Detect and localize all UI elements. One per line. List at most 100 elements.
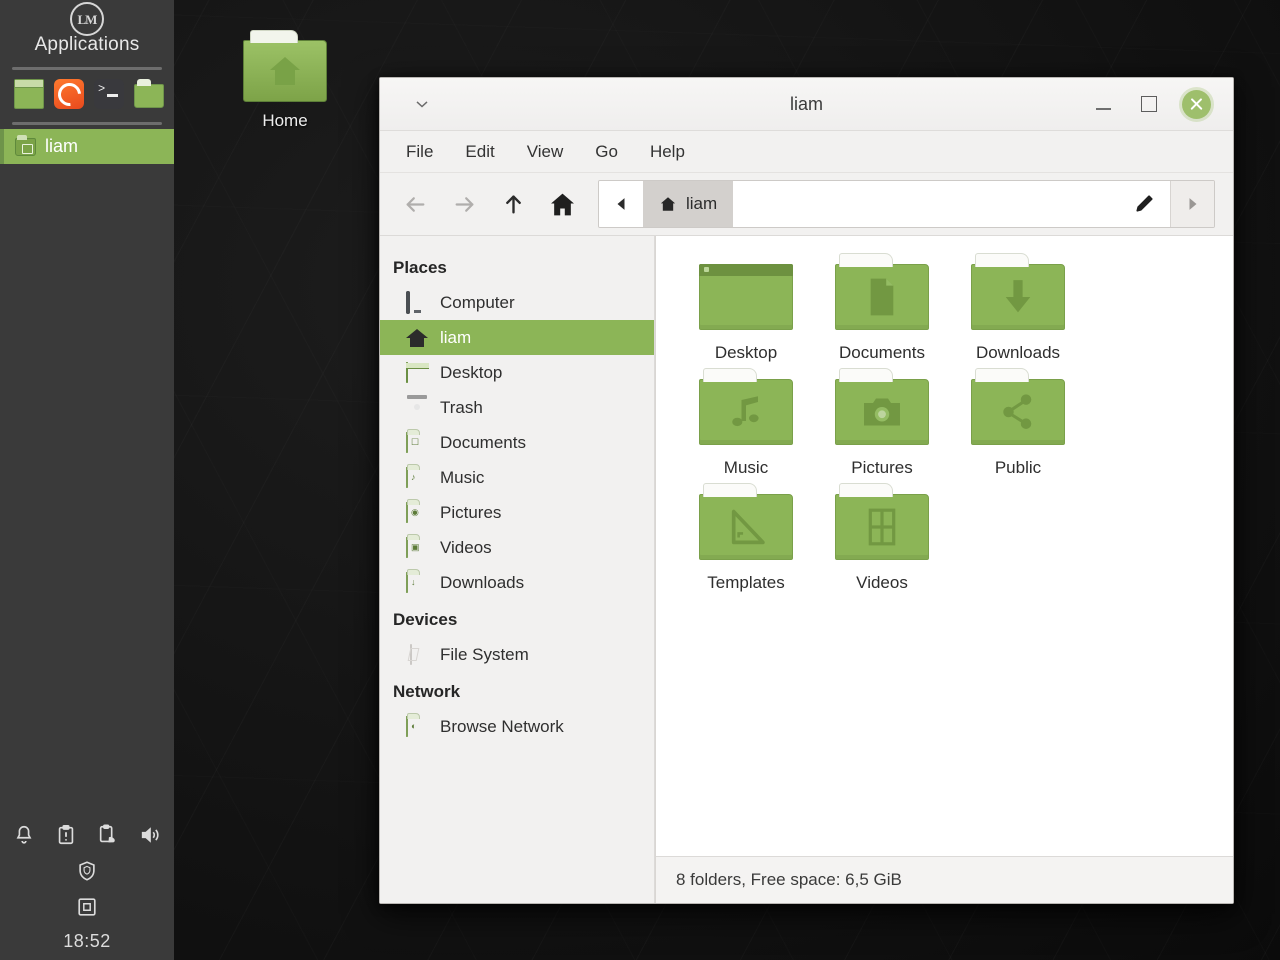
sidebar-item-label: Desktop: [440, 362, 503, 382]
folder-label: Templates: [707, 573, 785, 592]
file-manager-icon[interactable]: [134, 78, 164, 108]
volume-icon[interactable]: [139, 824, 161, 846]
menu-edit[interactable]: Edit: [451, 136, 508, 168]
applications-menu-label: Applications: [34, 34, 140, 55]
computer-icon: [406, 290, 429, 314]
chevron-down-icon[interactable]: [400, 84, 444, 124]
documents-folder-icon: [835, 253, 929, 330]
folder-label: Pictures: [851, 458, 913, 477]
folder-item-public[interactable]: Public: [950, 368, 1086, 488]
close-button[interactable]: [1182, 89, 1211, 119]
home-button[interactable]: [539, 182, 586, 226]
home-icon: [660, 197, 676, 211]
clipboard-manager-icon[interactable]: [97, 824, 119, 846]
folder-item-pictures[interactable]: Pictures: [814, 368, 950, 488]
file-manager-window: liam File Edit View Go Help liam Places …: [379, 77, 1234, 904]
folder-item-videos[interactable]: Videos: [814, 483, 950, 603]
forward-button[interactable]: [441, 182, 488, 226]
notifications-icon[interactable]: [13, 824, 35, 846]
sidebar-item-videos[interactable]: ▣ Videos: [380, 530, 654, 565]
videos-folder-icon: ▣: [406, 536, 429, 558]
sidebar-item-desktop[interactable]: Desktop: [380, 355, 654, 390]
sidebar-item-label: Music: [440, 467, 485, 487]
menu-go[interactable]: Go: [581, 136, 632, 168]
menu-help[interactable]: Help: [636, 136, 699, 168]
pathbar-empty-area[interactable]: [733, 181, 1118, 227]
pathbar-scroll-right[interactable]: [1170, 181, 1214, 227]
downloads-folder-icon: [971, 253, 1065, 330]
breadcrumb-label: liam: [686, 194, 718, 213]
folder-label: Videos: [856, 573, 908, 592]
statusbar: 8 folders, Free space: 6,5 GiB: [656, 856, 1233, 903]
logo-text: LM: [77, 11, 98, 27]
tray-row-1: [0, 817, 174, 853]
clock[interactable]: 18:52: [63, 925, 111, 952]
icon-grid: Desktop Documents Downloads Music Pictur…: [656, 236, 1233, 856]
window-titlebar[interactable]: liam: [380, 78, 1233, 131]
firefox-icon[interactable]: [54, 79, 84, 109]
back-button[interactable]: [392, 182, 439, 226]
sidebar-heading-devices: Devices: [393, 610, 458, 629]
sidebar-item-downloads[interactable]: ↓ Downloads: [380, 565, 654, 600]
templates-folder-icon: [699, 483, 793, 560]
minimize-button[interactable]: [1090, 91, 1116, 117]
sidebar-heading-network: Network: [393, 682, 461, 701]
music-note-glyph: [732, 396, 759, 427]
show-desktop-icon[interactable]: [14, 79, 44, 109]
device-icon[interactable]: [76, 896, 98, 918]
pathbar-scroll-left[interactable]: [599, 181, 643, 227]
triangle-ruler-glyph: [731, 509, 765, 545]
system-tray: 18:52: [0, 817, 174, 960]
update-manager-icon[interactable]: [55, 824, 77, 846]
sidebar-item-liam[interactable]: liam: [380, 320, 654, 355]
sidebar-item-browse-network[interactable]: ◐ Browse Network: [380, 709, 654, 744]
toolbar: liam: [380, 173, 1233, 236]
folder-label: Documents: [839, 343, 925, 362]
sidebar-heading-places: Places: [393, 258, 447, 277]
videos-folder-icon: [835, 483, 929, 560]
music-folder-icon: ♪: [406, 466, 429, 488]
edit-path-pencil-icon[interactable]: [1118, 181, 1170, 227]
folder-item-documents[interactable]: Documents: [814, 253, 950, 373]
window-controls: [1090, 89, 1233, 119]
quick-launch-bar: [0, 70, 174, 117]
task-button-liam[interactable]: liam: [0, 129, 174, 164]
folder-item-music[interactable]: Music: [678, 368, 814, 488]
applications-menu-button[interactable]: LM Applications: [0, 0, 174, 62]
folder-label: Public: [994, 458, 1042, 477]
sidebar-item-label: Documents: [440, 432, 526, 452]
sidebar-item-documents[interactable]: ☐ Documents: [380, 425, 654, 460]
folder-label: Music: [723, 458, 769, 477]
sidebar-item-label: Browse Network: [440, 716, 564, 736]
file-manager-window-icon: [15, 134, 36, 156]
menu-file[interactable]: File: [392, 136, 447, 168]
folder-label: Downloads: [975, 343, 1061, 362]
folder-item-templates[interactable]: Templates: [678, 483, 814, 603]
film-glyph: [868, 508, 896, 546]
sidebar-item-file-system[interactable]: File System: [380, 637, 654, 672]
desktop-icon: [406, 361, 429, 383]
desktop-icon-home[interactable]: Home: [228, 30, 342, 131]
folder-item-downloads[interactable]: Downloads: [950, 253, 1086, 373]
linux-mint-logo-icon: LM: [70, 2, 104, 36]
up-button[interactable]: [490, 182, 537, 226]
folder-item-desktop[interactable]: Desktop: [678, 258, 814, 373]
sidebar-item-pictures[interactable]: ◉ Pictures: [380, 495, 654, 530]
documents-folder-icon: ☐: [406, 431, 429, 453]
folder-label: Desktop: [714, 343, 778, 362]
places-sidebar: Places Computer liam Desktop Trash ☐ Doc…: [380, 236, 655, 903]
firewall-shield-icon[interactable]: [76, 860, 98, 882]
taskbar-panel: LM Applications liam: [0, 0, 174, 960]
terminal-icon[interactable]: [94, 79, 124, 109]
document-glyph: [870, 278, 894, 316]
downloads-folder-icon: ↓: [406, 571, 429, 593]
sidebar-item-music[interactable]: ♪ Music: [380, 460, 654, 495]
sidebar-item-computer[interactable]: Computer: [380, 285, 654, 320]
file-view[interactable]: Desktop Documents Downloads Music Pictur…: [655, 236, 1233, 903]
public-folder-icon: [971, 368, 1065, 445]
breadcrumb-liam[interactable]: liam: [643, 181, 734, 227]
home-icon: [406, 328, 429, 348]
menu-view[interactable]: View: [513, 136, 578, 168]
maximize-button[interactable]: [1136, 91, 1162, 117]
sidebar-item-trash[interactable]: Trash: [380, 390, 654, 425]
